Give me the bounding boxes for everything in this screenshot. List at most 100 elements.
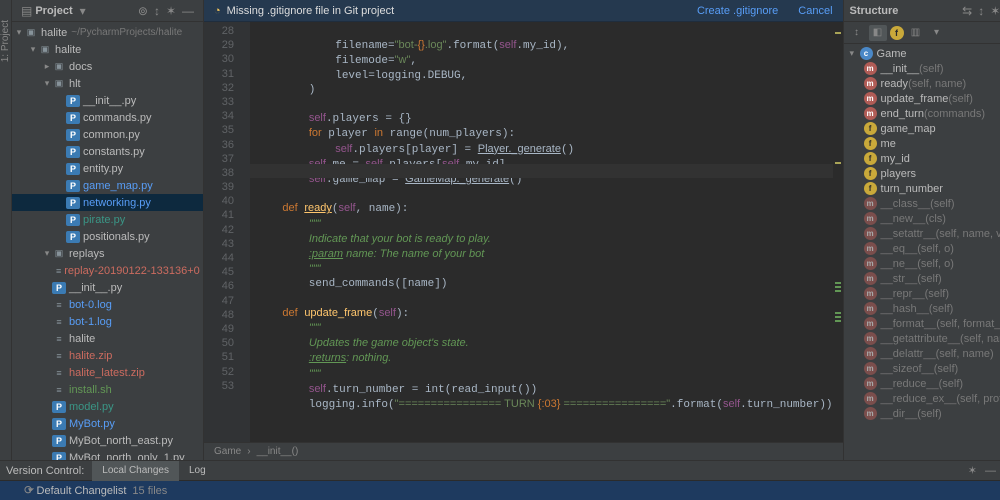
tree-row[interactable]: Pcommon.py xyxy=(12,126,203,143)
tree-row[interactable]: Ppositionals.py xyxy=(12,228,203,245)
tree-row[interactable]: PMyBot_north_only_1.py xyxy=(12,449,203,460)
member-name: __setattr__ xyxy=(881,228,936,240)
cancel-link[interactable]: Cancel xyxy=(798,5,832,17)
structure-item[interactable]: m__class__(self) xyxy=(844,196,1000,211)
tree-row[interactable]: ▾▣replays xyxy=(12,245,203,262)
vcs-hide-icon[interactable]: — xyxy=(985,465,996,477)
structure-item[interactable]: m__format__(self, format_spec) xyxy=(844,316,1000,331)
tree-row[interactable]: ≡halite_latest.zip xyxy=(12,364,203,381)
tree-root[interactable]: ▾ ▣ halite ~/PycharmProjects/halite xyxy=(12,24,203,41)
structure-item[interactable]: m__reduce__(self) xyxy=(844,376,1000,391)
structure-item[interactable]: fmy_id xyxy=(844,151,1000,166)
structure-opt2-icon[interactable]: ↕ xyxy=(978,4,984,18)
expand-arrow-icon[interactable]: ▾ xyxy=(42,78,52,89)
breadcrumb[interactable]: Game › __init__() xyxy=(204,442,843,460)
create-gitignore-link[interactable]: Create .gitignore xyxy=(697,5,778,17)
sort-icon[interactable]: ↕ xyxy=(848,25,866,41)
tree-row[interactable]: Pnetworking.py xyxy=(12,194,203,211)
log-tab[interactable]: Log xyxy=(179,461,216,481)
tree-row[interactable]: ≡replay-20190122-133136+0 xyxy=(12,262,203,279)
structure-item[interactable]: m__sizeof__(self) xyxy=(844,361,1000,376)
tree-row[interactable]: P__init__.py xyxy=(12,279,203,296)
project-dropdown-icon[interactable]: ▾ xyxy=(80,4,86,18)
member-name: __ne__ xyxy=(881,258,918,270)
tree-row[interactable]: Pentity.py xyxy=(12,160,203,177)
refresh-icon[interactable]: ⟳ xyxy=(24,483,34,497)
tree-row[interactable]: ▾▣hlt xyxy=(12,75,203,92)
tree-row[interactable]: Pconstants.py xyxy=(12,143,203,160)
hide-icon[interactable]: — xyxy=(182,4,194,18)
structure-item[interactable]: fme xyxy=(844,136,1000,151)
filter3-icon[interactable]: ▾ xyxy=(928,25,946,41)
changelist-row[interactable]: ▾ Default Changelist 15 files xyxy=(0,481,1000,500)
tree-row[interactable]: ▾▣halite xyxy=(12,41,203,58)
member-args: (self) xyxy=(939,378,963,390)
left-tool-strip[interactable]: 1: Project xyxy=(0,0,12,460)
member-args: (self, o) xyxy=(917,258,954,270)
structure-item[interactable]: fturn_number xyxy=(844,181,1000,196)
structure-item[interactable]: mend_turn(commands) xyxy=(844,106,1000,121)
structure-item[interactable]: m__getattribute__(self, name) xyxy=(844,331,1000,346)
member-name: game_map xyxy=(881,123,936,135)
structure-item[interactable]: m__hash__(self) xyxy=(844,301,1000,316)
project-tool-tab[interactable]: 1: Project xyxy=(0,20,11,62)
fields-filter-icon[interactable]: f xyxy=(890,26,904,40)
member-args: (self, o) xyxy=(917,243,954,255)
editor-markers[interactable] xyxy=(833,22,843,442)
structure-item[interactable]: m__repr__(self) xyxy=(844,286,1000,301)
expand-arrow-icon[interactable]: ▾ xyxy=(14,27,24,38)
tree-row[interactable]: Ppirate.py xyxy=(12,211,203,228)
structure-class-row[interactable]: ▾ c Game xyxy=(844,46,1000,61)
tree-row[interactable]: P__init__.py xyxy=(12,92,203,109)
expand-arrow-icon[interactable]: ▾ xyxy=(42,248,52,259)
structure-item[interactable]: m__delattr__(self, name) xyxy=(844,346,1000,361)
structure-settings-icon[interactable]: ✶ xyxy=(990,4,1000,18)
structure-item[interactable]: m__ne__(self, o) xyxy=(844,256,1000,271)
tree-row[interactable]: ≡install.sh xyxy=(12,381,203,398)
structure-item[interactable]: m__eq__(self, o) xyxy=(844,241,1000,256)
structure-item[interactable]: fplayers xyxy=(844,166,1000,181)
settings-icon[interactable]: ✶ xyxy=(166,4,176,18)
tree-row[interactable]: ▸▣docs xyxy=(12,58,203,75)
collapse-icon[interactable]: ↕ xyxy=(154,4,160,18)
breadcrumb-method[interactable]: __init__() xyxy=(257,446,299,457)
structure-item[interactable]: mready(self, name) xyxy=(844,76,1000,91)
structure-tree[interactable]: ▾ c Game m__init__(self)mready(self, nam… xyxy=(844,44,1000,460)
breadcrumb-class[interactable]: Game xyxy=(214,446,241,457)
vcs-settings-icon[interactable]: ✶ xyxy=(968,464,977,477)
tree-row[interactable]: ≡bot-1.log xyxy=(12,313,203,330)
structure-item[interactable]: m__reduce_ex__(self, protocol) xyxy=(844,391,1000,406)
tree-row[interactable]: ≡halite xyxy=(12,330,203,347)
tree-row[interactable]: ≡bot-0.log xyxy=(12,296,203,313)
editor-gutter[interactable]: 2829303132333435363738394041424344454647… xyxy=(204,22,250,442)
filter1-icon[interactable]: ◧ xyxy=(869,25,887,41)
structure-toolbar: ↕ ◧ f ▥ ▾ xyxy=(844,22,1000,44)
structure-item[interactable]: mupdate_frame(self) xyxy=(844,91,1000,106)
structure-item[interactable]: m__str__(self) xyxy=(844,271,1000,286)
tree-row[interactable]: Pgame_map.py xyxy=(12,177,203,194)
expand-arrow-icon[interactable]: ▾ xyxy=(850,48,860,59)
structure-item[interactable]: m__setattr__(self, name, value) xyxy=(844,226,1000,241)
filter2-icon[interactable]: ▥ xyxy=(907,25,925,41)
code-editor[interactable]: filename="bot-{}.log".format(self.my_id)… xyxy=(250,22,833,442)
tree-row[interactable]: Pmodel.py xyxy=(12,398,203,415)
member-args: (self) xyxy=(948,93,972,105)
structure-item[interactable]: m__init__(self) xyxy=(844,61,1000,76)
tree-row[interactable]: Pcommands.py xyxy=(12,109,203,126)
python-file-icon: P xyxy=(66,163,80,175)
file-name: constants.py xyxy=(83,146,145,158)
python-file-icon: P xyxy=(66,129,80,141)
tree-row[interactable]: ≡halite.zip xyxy=(12,347,203,364)
locate-icon[interactable]: ⊚ xyxy=(138,4,148,18)
structure-item[interactable]: m__dir__(self) xyxy=(844,406,1000,421)
structure-opt1-icon[interactable]: ⇆ xyxy=(962,4,972,18)
tree-row[interactable]: PMyBot_north_east.py xyxy=(12,432,203,449)
local-changes-tab[interactable]: Local Changes xyxy=(92,461,179,481)
tree-row[interactable]: PMyBot.py xyxy=(12,415,203,432)
expand-arrow-icon[interactable]: ▸ xyxy=(42,61,52,72)
structure-item[interactable]: fgame_map xyxy=(844,121,1000,136)
file-icon: ≡ xyxy=(52,384,66,396)
expand-arrow-icon[interactable]: ▾ xyxy=(28,44,38,55)
structure-item[interactable]: m__new__(cls) xyxy=(844,211,1000,226)
project-tree[interactable]: ▾ ▣ halite ~/PycharmProjects/halite ▾▣ha… xyxy=(12,22,203,460)
